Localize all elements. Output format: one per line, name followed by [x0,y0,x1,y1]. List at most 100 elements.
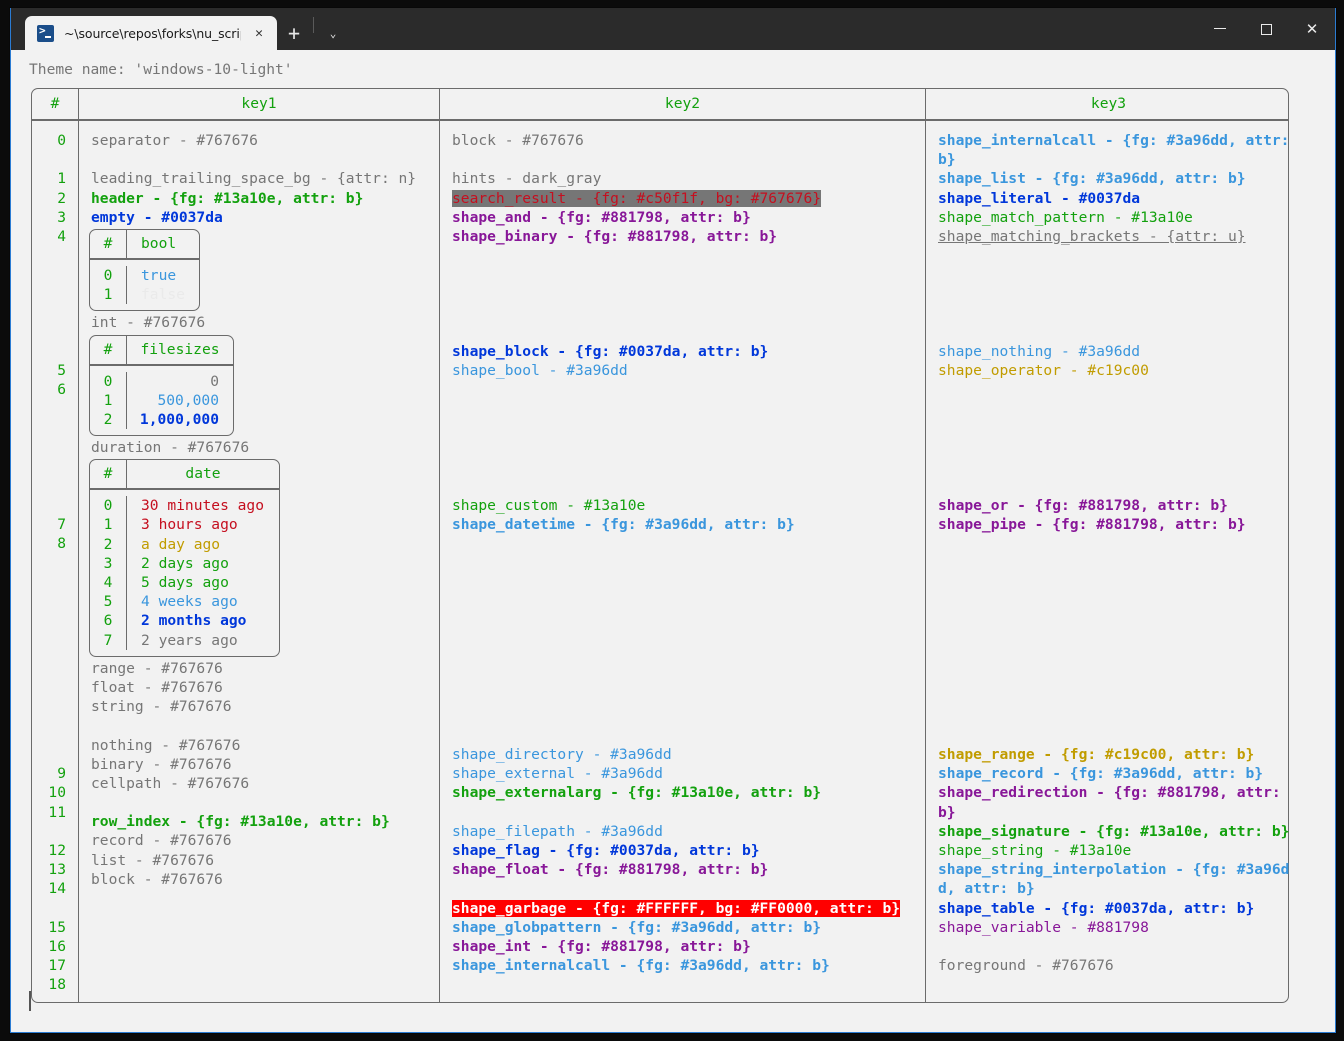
cell-text: shape_externalarg - {fg: #13a10e, attr: … [452,784,822,802]
row-index: 4 [57,227,66,245]
nested-index-column: 0 1 2 [90,372,126,430]
cell-text: range - #767676 [91,659,223,677]
cell-text: shape_internalcall - {fg: #3a96dd, attr:… [452,957,830,975]
nested-body: 0 1 2 3 4 5 6 7 30 minutes ago 3 hours a… [90,490,279,656]
nested-row-index: 2 [103,410,113,428]
table-header-key1: key1 [241,95,277,112]
nested-cell: 2 years ago [141,631,238,649]
nested-header-row: # bool [90,229,199,260]
nested-header-index: # [103,340,113,358]
cell-text: shape_bool - #3a96dd [452,362,628,380]
cell-text: shape_float - {fg: #881798, attr: b} [452,861,769,879]
nested-cell: true [141,266,177,284]
cell-text: shape_block - {fg: #0037da, attr: b} [452,343,769,361]
cell-text: shape_range - {fg: #c19c00, attr: b} [938,746,1255,764]
row-index: 6 [57,381,66,399]
cell-text: empty - #0037da [91,208,223,226]
nested-row-index: 3 [103,554,113,572]
minimize-button[interactable] [1197,8,1243,50]
maximize-button[interactable] [1243,8,1289,50]
cell-text: shape_directory - #3a96dd [452,746,672,763]
cell-text: shape_and - {fg: #881798, attr: b} [452,208,751,226]
nested-header-row: # date [90,460,279,491]
terminal-content[interactable]: Theme name: 'windows-10-light' # key1 ke… [11,50,1335,1032]
title-bar: ~\source\repos\forks\nu_scrip ✕ + ⌄ ✕ [11,8,1335,50]
nested-row-index: 0 [103,372,113,390]
cell-text: shape_signature - {fg: #13a10e, attr: b} [938,822,1290,840]
nested-cell: false [141,286,185,304]
table-header-index: # [50,95,60,112]
new-tab-button[interactable]: + [277,16,311,50]
cell-text: shape_list - {fg: #3a96dd, attr: b} [938,170,1246,188]
cell-text-highlighted: search_result - {fg: #c50f1f, bg: #76767… [440,189,925,208]
close-window-button[interactable]: ✕ [1289,8,1335,50]
toolbar-divider [313,17,314,33]
cell-text: separator - #767676 [91,132,258,149]
nested-table-bool: # bool 0 1 true false [89,228,200,312]
nested-table-filesizes: # filesizes 0 1 2 0 500,000 1,000,000 [89,334,234,437]
table-header-row: # key1 key2 key3 [32,89,1288,121]
cell-text: shape_custom - #13a10e [452,496,646,514]
text-cursor [29,991,31,1011]
nested-cell: 30 minutes ago [141,497,265,515]
cell-text: shape_table - {fg: #0037da, attr: b} [938,899,1255,917]
nested-cell: 0 [210,372,219,390]
nested-cell: 5 days ago [141,574,229,591]
row-index: 3 [57,208,66,226]
tab-active[interactable]: ~\source\repos\forks\nu_scrip ✕ [25,16,277,50]
cell-text: nothing - #767676 [91,736,241,754]
row-index: 8 [57,534,66,552]
close-tab-icon[interactable]: ✕ [249,23,269,43]
cell-text: shape_datetime - {fg: #3a96dd, attr: b} [452,515,795,533]
powershell-icon [37,24,54,42]
cell-text: shape_or - {fg: #881798, attr: b} [938,496,1228,514]
nested-cell: 2 months ago [141,612,247,630]
nested-row-index: 0 [103,266,113,284]
nested-header-bool: bool [141,234,177,252]
nested-header-filesizes: filesizes [140,340,220,358]
row-index-column: 0 1 2 3 4 5 6 7 8 9 10 11 12 13 14 15 16… [32,121,78,1002]
nested-row-index: 5 [103,593,113,611]
cell-text: shape_binary - {fg: #881798, attr: b} [452,227,778,245]
cell-text: shape_nothing - #3a96dd [938,343,1141,361]
cell-text: shape_string - #13a10e [938,841,1132,859]
cell-text: shape_pipe - {fg: #881798, attr: b} [938,515,1246,533]
row-index: 10 [48,784,66,802]
cell-text: hints - dark_gray [452,170,602,188]
cell-text: foreground - #767676 [938,957,1114,975]
table-header-key2: key2 [664,95,701,112]
nested-index-column: 0 1 2 3 4 5 6 7 [90,496,126,650]
cell-text: shape_match_pattern - #13a10e [938,208,1193,226]
cell-text: block - #767676 [91,870,223,888]
row-index: 9 [57,765,66,783]
nested-header-index: # [103,234,113,252]
nested-value-column: 30 minutes ago 3 hours ago a day ago 2 d… [127,496,279,650]
cell-text: leading_trailing_space_bg - {attr: n} [91,170,417,188]
cell-text: header - {fg: #13a10e, attr: b} [91,189,364,207]
nested-cell: 2 days ago [141,554,229,572]
row-index: 12 [48,841,66,859]
row-index: 17 [48,957,66,975]
row-index: 11 [48,803,66,821]
theme-name-line: Theme name: 'windows-10-light' [29,61,293,78]
search-result-highlight: search_result - {fg: #c50f1f, bg: #76767… [452,189,822,207]
row-index: 16 [48,937,66,955]
nested-cell: 4 weeks ago [141,593,238,611]
cell-text: shape_record - {fg: #3a96dd, attr: b} [938,765,1264,783]
cell-text: shape_internalcall - {fg: #3a96dd, attr:… [938,132,1299,169]
row-index: 15 [48,918,66,936]
cell-text: string - #767676 [91,698,232,716]
nested-header-date: date [185,465,221,483]
row-index: 18 [48,976,66,994]
chevron-down-icon[interactable]: ⌄ [316,16,350,50]
nested-row-index: 7 [103,631,113,649]
nested-cell: a day ago [141,535,221,553]
nested-body: 0 1 2 0 500,000 1,000,000 [90,366,233,436]
cell-text: duration - #767676 [91,439,250,457]
nested-cell: 1,000,000 [139,410,219,428]
window-controls: ✕ [1197,8,1335,50]
cell-text: block - #767676 [452,132,584,149]
nested-header-row: # filesizes [90,335,233,366]
nested-body: 0 1 true false [90,260,199,310]
key2-column: block - #767676 hints - dark_gray search… [440,121,925,1002]
